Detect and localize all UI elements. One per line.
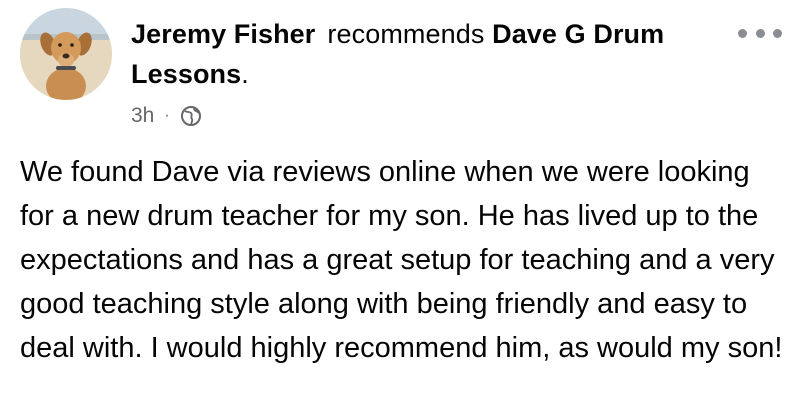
- more-dot: [755, 28, 765, 38]
- post-body-text: We found Dave via reviews online when we…: [20, 156, 783, 364]
- more-dot: [738, 28, 747, 38]
- post-timestamp-link[interactable]: 3h: [131, 104, 154, 128]
- recommendation-post: Jeremy Fisher recommends Dave G Drum Less…: [0, 0, 798, 411]
- meta-separator: ·: [164, 107, 170, 124]
- dog-photo-icon: [20, 8, 112, 100]
- post-meta: 3h ·: [131, 102, 202, 130]
- more-options-icon[interactable]: [738, 20, 782, 46]
- globe-icon[interactable]: [180, 105, 202, 127]
- author-name-link[interactable]: Jeremy Fisher: [131, 19, 315, 49]
- header-period: .: [241, 59, 249, 89]
- author-avatar[interactable]: [20, 8, 112, 100]
- more-dot: [773, 28, 782, 38]
- post-header: Jeremy Fisher recommends Dave G Drum Less…: [131, 14, 711, 94]
- action-verb: recommends: [327, 19, 485, 49]
